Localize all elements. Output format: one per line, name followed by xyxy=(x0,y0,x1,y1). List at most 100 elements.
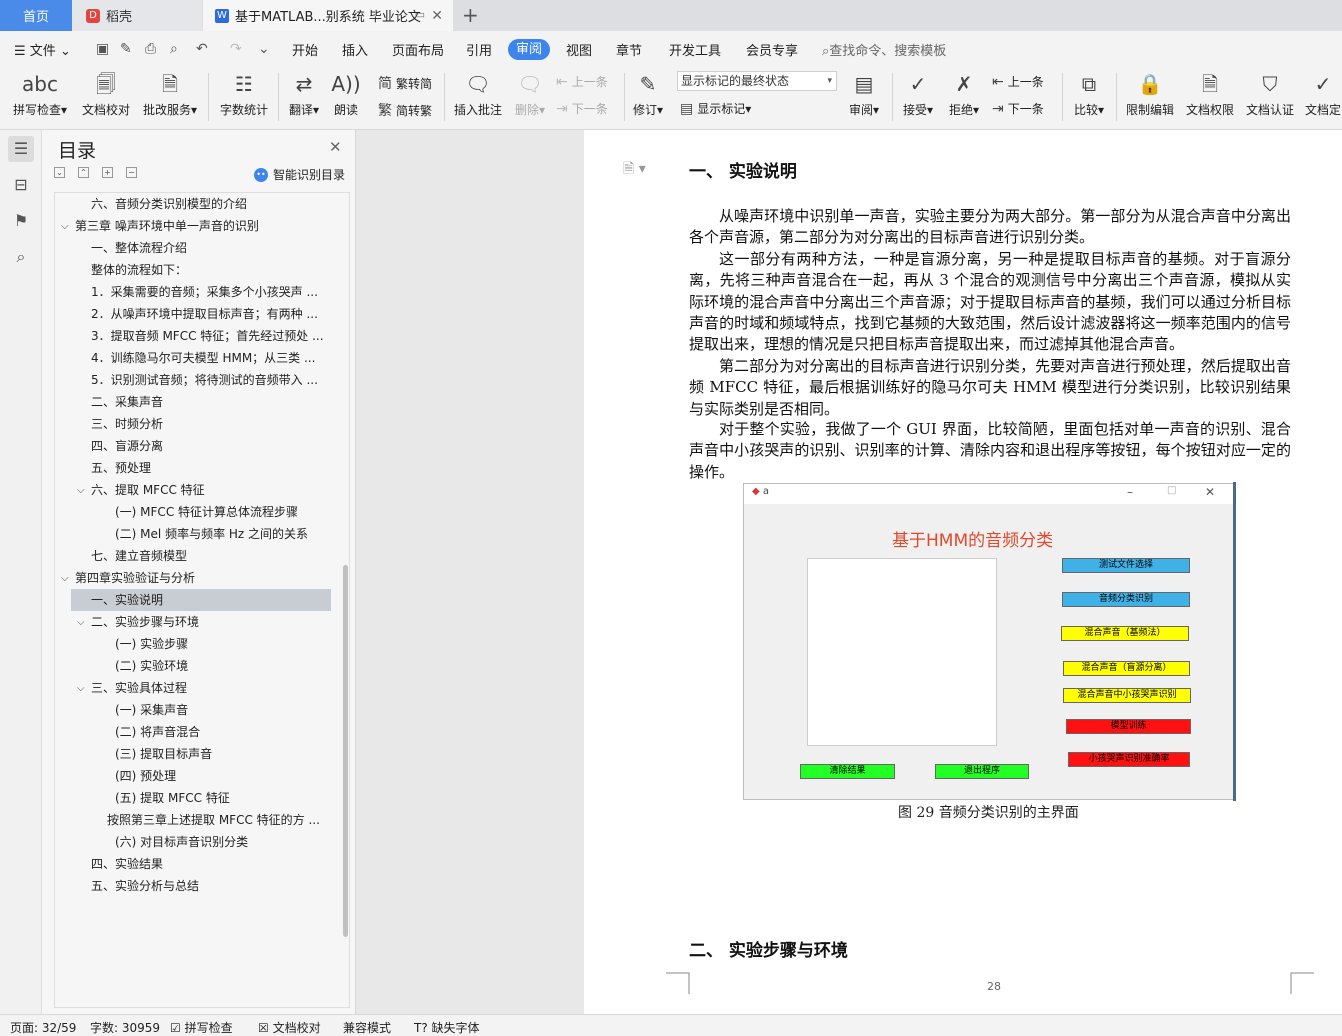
toc-scrollbar[interactable] xyxy=(343,565,348,937)
simp-to-trad-button[interactable]: 繁简转繁 xyxy=(378,100,432,120)
toc-item[interactable]: 2．从噪声环境中提取目标声音；有两种 ... xyxy=(55,303,331,325)
menu-member[interactable]: 会员专享 xyxy=(746,40,798,59)
spellcheck-button[interactable]: abc 拼写检查▾ xyxy=(10,67,70,118)
toc-item[interactable]: (六) 对目标声音识别分类 xyxy=(55,831,331,853)
toc-item[interactable]: (四) 预处理 xyxy=(55,765,331,787)
tab-document[interactable]: W 基于MATLAB...别系统 毕业论文 ▭ ✕ xyxy=(203,0,453,31)
restrict-edit-button[interactable]: 🔒 限制编辑 xyxy=(1124,67,1176,118)
delete-comment-button[interactable]: 🗨 删除▾ xyxy=(512,67,548,118)
close-tab-icon[interactable]: ✕ xyxy=(431,8,443,24)
page-indicator[interactable]: 页面: 32/59 xyxy=(10,1019,76,1036)
toc-panel-icon[interactable]: ☰ xyxy=(8,136,34,162)
toc-item[interactable]: (一) 采集声音 xyxy=(55,699,331,721)
show-markup-button[interactable]: ▤ 显示标记 ▾ xyxy=(680,100,751,117)
toc-item[interactable]: (二) 将声音混合 xyxy=(55,721,331,743)
word-count[interactable]: 字数: 30959 xyxy=(90,1019,160,1036)
toc-item[interactable]: 二、采集声音 xyxy=(55,391,331,413)
tab-home[interactable]: 首页 xyxy=(0,0,72,31)
command-search-placeholder: 查找命令、搜索模板 xyxy=(829,44,947,59)
close-icon[interactable]: ✕ xyxy=(329,138,342,156)
menu-view[interactable]: 视图 xyxy=(566,40,592,59)
print-icon[interactable]: ⎙ xyxy=(145,41,156,57)
toc-item[interactable]: 四、实验结果 xyxy=(55,853,331,875)
toc-item[interactable]: (二) 实验环境 xyxy=(55,655,331,677)
toc-item[interactable]: (三) 提取目标声音 xyxy=(55,743,331,765)
toc-item[interactable]: 四、盲源分离 xyxy=(55,435,331,457)
remove-level-icon[interactable]: − xyxy=(126,167,137,178)
toc-item[interactable]: 第三章 噪声环境中单一声音的识别 xyxy=(55,215,331,237)
save-icon[interactable]: ▣ xyxy=(96,41,109,57)
next-comment-button[interactable]: ⇥ 下一条 xyxy=(556,100,608,117)
toc-item[interactable]: (二) Mel 频率与频率 Hz 之间的关系 xyxy=(55,523,331,545)
accept-button[interactable]: ✓ 接受▾ xyxy=(900,67,936,118)
prev-comment-button[interactable]: ⇤ 上一条 xyxy=(556,73,608,90)
toc-item[interactable]: (一) MFCC 特征计算总体流程步骤 xyxy=(55,501,331,523)
translate-button[interactable]: ⇄ 翻译▾ xyxy=(286,67,322,118)
menu-dev-tools[interactable]: 开发工具 xyxy=(669,40,721,59)
toc-item[interactable]: 5．识别测试音频；将待测试的音频带入 ... xyxy=(55,369,331,391)
toc-item[interactable]: 六、提取 MFCC 特征 xyxy=(55,479,331,501)
new-tab-icon[interactable]: + xyxy=(462,3,479,27)
search-icon[interactable]: ⌕ xyxy=(8,244,34,270)
prev-change-button[interactable]: ⇤ 上一条 xyxy=(992,73,1044,90)
toc-item[interactable]: 3．提取音频 MFCC 特征；首先经过预处 ... xyxy=(55,325,331,347)
word-count-button[interactable]: ☷ 字数统计 xyxy=(218,67,270,118)
menu-review[interactable]: 审阅 xyxy=(508,39,550,60)
toc-item[interactable]: 五、预处理 xyxy=(55,457,331,479)
format-painter-icon[interactable]: ✎ xyxy=(120,41,132,57)
doc-auth-button[interactable]: ⛉ 文档认证 xyxy=(1244,67,1296,118)
expand-icon[interactable]: ⌃ xyxy=(78,167,89,178)
document-icon[interactable]: 🗎 ▾ xyxy=(623,158,646,182)
review-pane-button[interactable]: ▤ 审阅▾ xyxy=(846,67,882,118)
toc-item[interactable]: 七、建立音频模型 xyxy=(55,545,331,567)
markup-state-select[interactable]: 显示标记的最终状态 ▾ xyxy=(677,71,837,91)
toc-item[interactable]: 三、实验具体过程 xyxy=(55,677,331,699)
insert-comment-button[interactable]: 🗨 插入批注 xyxy=(452,67,504,118)
toc-item[interactable]: 五、实验分析与总结 xyxy=(55,875,331,897)
batch-service-button[interactable]: 🗎 批改服务▾ xyxy=(140,67,200,118)
toc-item[interactable]: 三、时频分析 xyxy=(55,413,331,435)
menu-page-layout[interactable]: 页面布局 xyxy=(392,40,444,59)
undo-icon[interactable]: ↶ xyxy=(196,41,208,57)
doc-proofread-button[interactable]: 🗐 文档校对 xyxy=(80,67,132,118)
menu-chapter[interactable]: 章节 xyxy=(616,40,642,59)
command-search[interactable]: ⌕查找命令、搜索模板 xyxy=(822,40,946,59)
toc-item[interactable]: 整体的流程如下： xyxy=(55,259,331,281)
bookmark-icon[interactable]: ⚑ xyxy=(8,208,34,234)
next-change-button[interactable]: ⇥ 下一条 xyxy=(992,100,1044,117)
toc-item[interactable]: 六、音频分类识别模型的介绍 xyxy=(55,193,331,215)
doc-finalize-button[interactable]: ✓ 文档定 xyxy=(1304,67,1342,118)
toc-item[interactable]: (五) 提取 MFCC 特征 xyxy=(55,787,331,809)
spellcheck-status[interactable]: ☑ 拼写检查 xyxy=(170,1019,233,1036)
read-aloud-button[interactable]: A)) 朗读 xyxy=(330,67,362,118)
file-menu[interactable]: ☰ 文件 ⌄ xyxy=(14,40,71,59)
doc-rights-button[interactable]: 🗎 文档权限 xyxy=(1184,67,1236,118)
toc-item[interactable]: 第四章实验验证与分析 xyxy=(55,567,331,589)
menu-references[interactable]: 引用 xyxy=(466,40,492,59)
tab-daoke[interactable]: D 稻壳 xyxy=(72,0,202,31)
proofread-status[interactable]: ☒ 文档校对 xyxy=(258,1019,321,1036)
toc-item[interactable]: 一、实验说明 xyxy=(71,589,331,611)
toc-item[interactable]: 二、实验步骤与环境 xyxy=(55,611,331,633)
trad-to-simp-button[interactable]: 简繁转简 xyxy=(378,73,432,93)
toc-item[interactable]: 按照第三章上述提取 MFCC 特征的方 ... xyxy=(55,809,331,831)
menu-start[interactable]: 开始 xyxy=(292,40,318,59)
toc-item[interactable]: 1．采集需要的音频；采集多个小孩哭声 ... xyxy=(55,281,331,303)
missing-font-status[interactable]: T? 缺失字体 xyxy=(414,1019,480,1036)
toc-item[interactable]: 一、整体流程介绍 xyxy=(55,237,331,259)
print-preview-icon[interactable]: ⌕ xyxy=(170,41,178,57)
collapse-all-icon[interactable]: ⌄ xyxy=(54,167,65,178)
insert-comment-icon: 🗨 xyxy=(465,72,491,96)
chapter-nav-icon[interactable]: ⊟ xyxy=(8,172,34,198)
add-level-icon[interactable]: + xyxy=(102,167,113,178)
reject-button[interactable]: ✗ 拒绝▾ xyxy=(946,67,982,118)
monitor-icon[interactable]: ▭ xyxy=(415,8,425,21)
compare-button[interactable]: ⧉ 比较▾ xyxy=(1070,67,1108,118)
toc-item[interactable]: 4．训练隐马尔可夫模型 HMM；从三类 ... xyxy=(55,347,331,369)
ai-toc-button[interactable]: •• 智能识别目录 xyxy=(254,166,345,183)
quick-access-dropdown-icon[interactable]: ⌄ xyxy=(258,41,270,57)
menu-insert[interactable]: 插入 xyxy=(342,40,368,59)
redo-icon[interactable]: ↷ xyxy=(230,41,242,57)
track-changes-button[interactable]: ✎ 修订▾ xyxy=(630,67,666,118)
toc-item[interactable]: (一) 实验步骤 xyxy=(55,633,331,655)
